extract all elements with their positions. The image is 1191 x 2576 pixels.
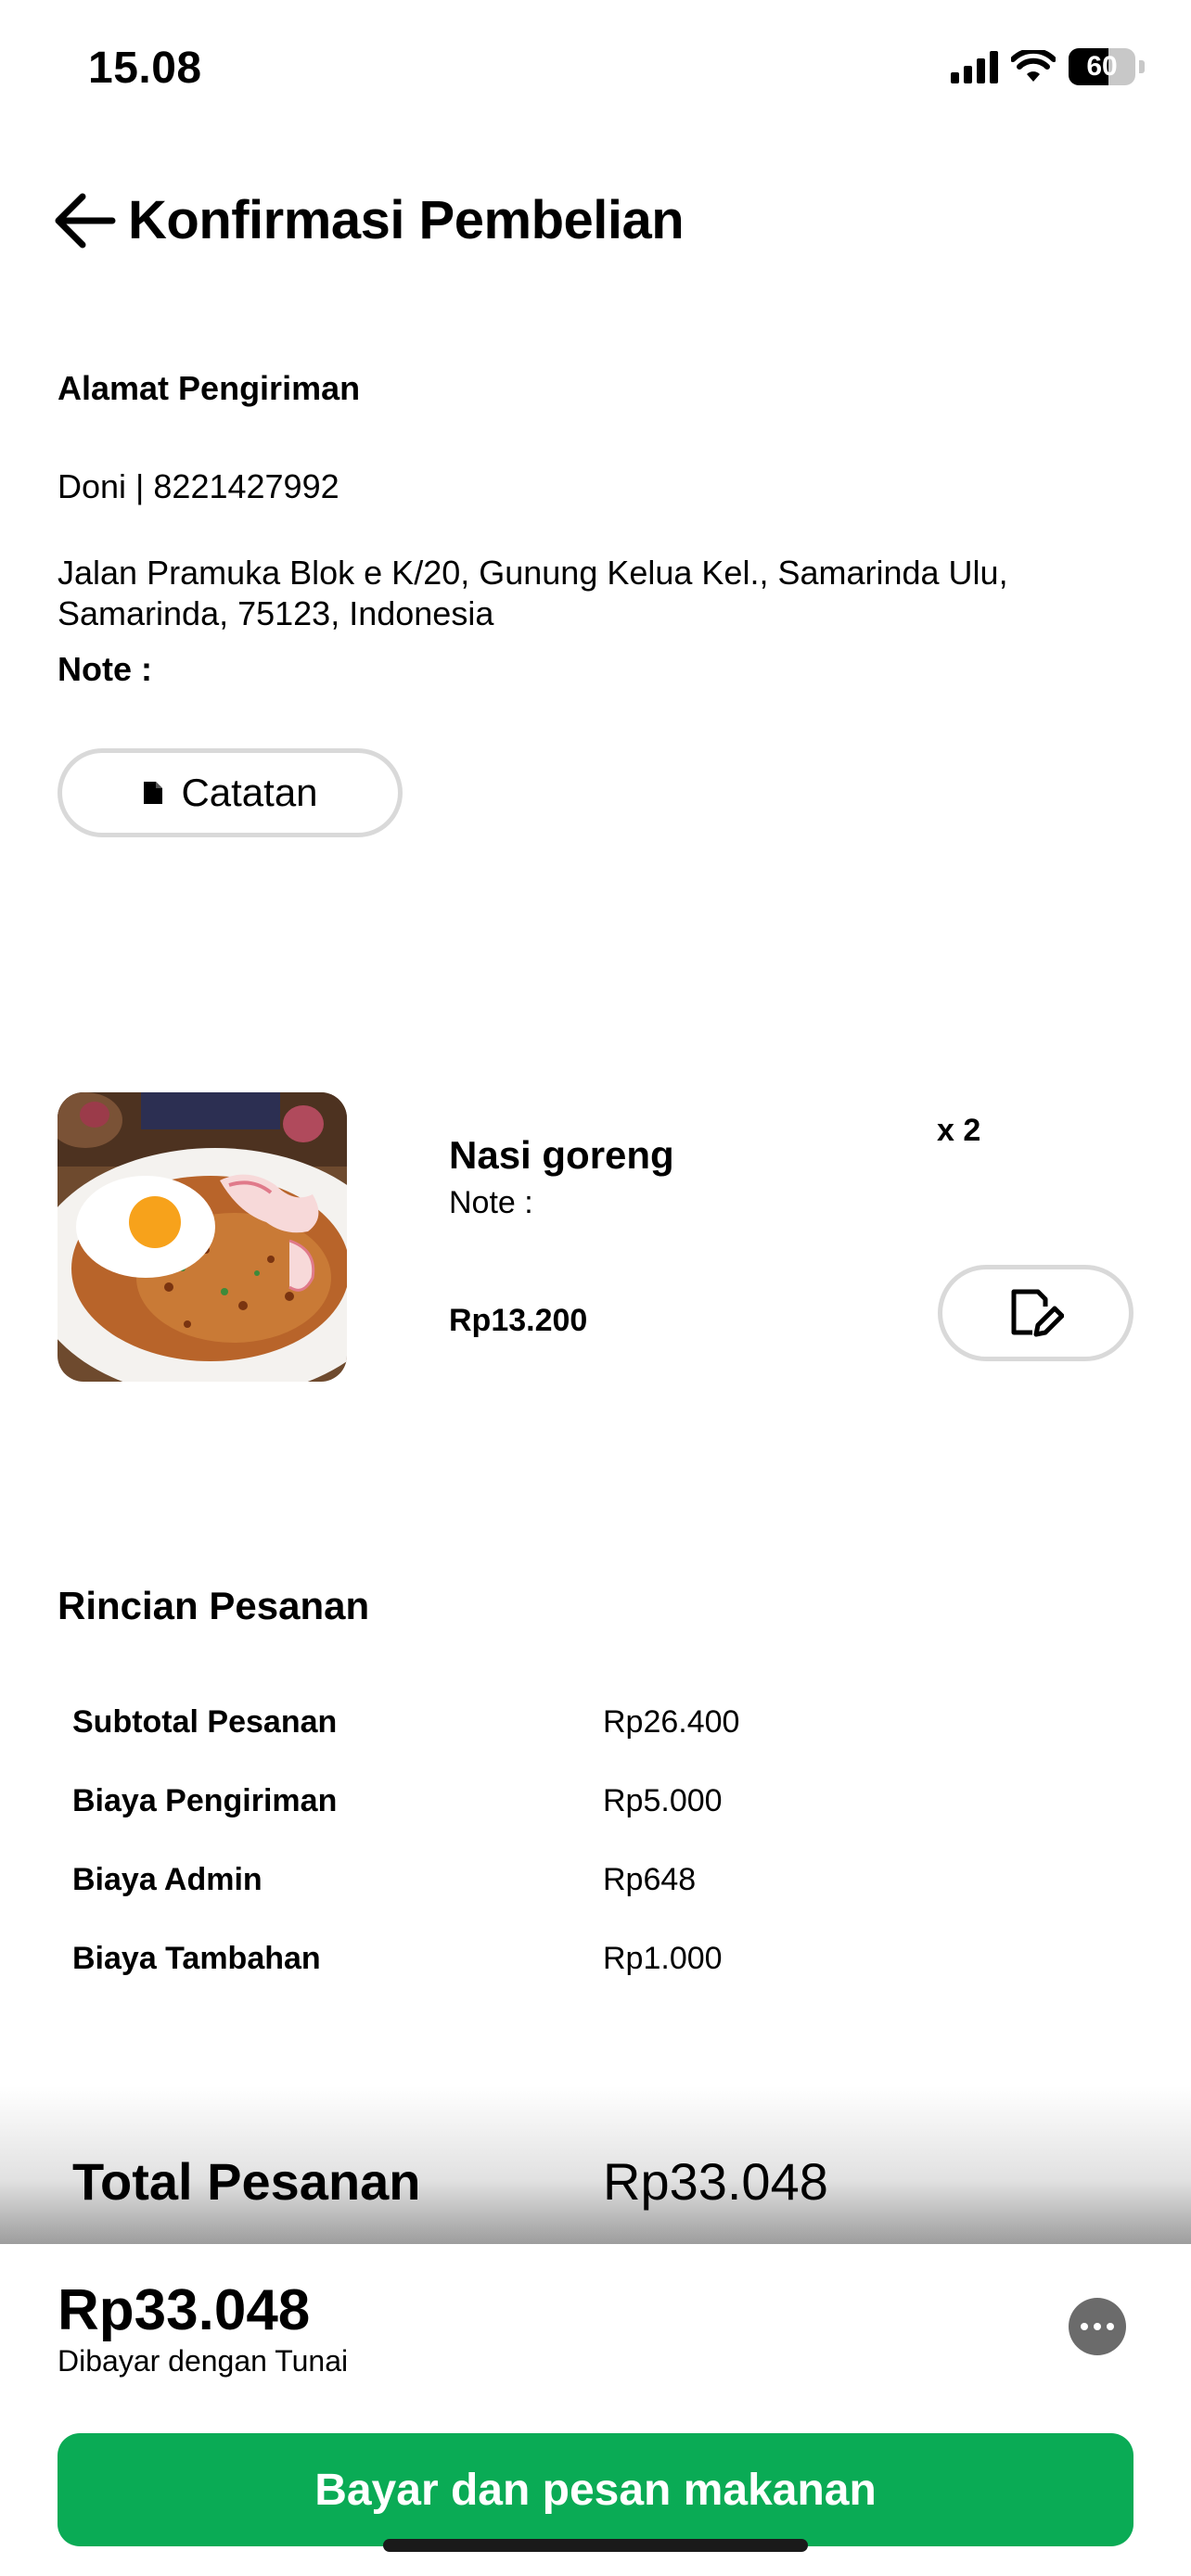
edit-note-icon: [1011, 1289, 1064, 1337]
arrow-left-icon: [55, 193, 116, 249]
product-name: Nasi goreng: [449, 1133, 674, 1177]
more-dot: [1107, 2323, 1114, 2330]
battery-icon: 60: [1069, 48, 1135, 85]
address-label: Alamat Pengiriman: [58, 369, 361, 407]
total-label: Total Pesanan: [72, 2152, 421, 2211]
status-time: 15.08: [88, 44, 202, 93]
add-note-button-label: Catatan: [181, 771, 318, 814]
total-value: Rp33.048: [603, 2152, 828, 2211]
add-note-button[interactable]: Catatan: [58, 748, 403, 837]
detail-value: Rp5.000: [603, 1783, 723, 1818]
detail-value: Rp26.400: [603, 1704, 740, 1740]
order-details-title: Rincian Pesanan: [58, 1584, 370, 1627]
nasi-goreng-image: [58, 1092, 347, 1382]
battery-level: 60: [1086, 51, 1118, 82]
more-dot: [1094, 2323, 1101, 2330]
home-indicator: [383, 2539, 808, 2552]
address-contact: Doni | 8221427992: [58, 467, 339, 505]
address-line-2: Samarinda, 75123, Indonesia: [58, 594, 494, 632]
pay-and-order-button[interactable]: Bayar dan pesan makanan: [58, 2433, 1133, 2546]
detail-row-shipping: Biaya Pengiriman Rp5.000: [72, 1783, 1093, 1830]
product-note: Note :: [449, 1185, 533, 1220]
wifi-icon: [1011, 50, 1056, 82]
payment-amount: Rp33.048: [58, 2278, 311, 2342]
product-quantity: x 2: [937, 1113, 981, 1148]
detail-label: Subtotal Pesanan: [72, 1704, 338, 1740]
detail-row-subtotal: Subtotal Pesanan Rp26.400: [72, 1704, 1093, 1751]
product-price: Rp13.200: [449, 1303, 588, 1338]
detail-row-admin: Biaya Admin Rp648: [72, 1862, 1093, 1908]
payment-bar: Rp33.048 Dibayar dengan Tunai Bayar dan …: [0, 2244, 1191, 2576]
address-line-1: Jalan Pramuka Blok e K/20, Gunung Kelua …: [58, 554, 1008, 592]
edit-item-button[interactable]: [938, 1265, 1133, 1361]
page-title: Konfirmasi Pembelian: [128, 190, 685, 250]
detail-label: Biaya Tambahan: [72, 1941, 321, 1976]
battery-tip: [1139, 60, 1145, 73]
detail-value: Rp1.000: [603, 1941, 723, 1976]
payment-method: Dibayar dengan Tunai: [58, 2344, 349, 2378]
more-options-button[interactable]: [1069, 2298, 1126, 2355]
detail-value: Rp648: [603, 1862, 697, 1897]
order-total-row: Total Pesanan Rp33.048: [72, 2151, 1093, 2216]
detail-label: Biaya Admin: [72, 1862, 263, 1897]
status-icons: 60: [951, 48, 1145, 85]
back-button[interactable]: [48, 185, 119, 256]
note-icon: [144, 782, 163, 804]
note-label: Note :: [58, 650, 152, 688]
detail-row-additional: Biaya Tambahan Rp1.000: [72, 1941, 1093, 1987]
detail-label: Biaya Pengiriman: [72, 1783, 338, 1818]
signal-icon: [951, 50, 998, 83]
more-dot: [1081, 2323, 1088, 2330]
purchase-confirmation-screen: 15.08 60 Konfirmasi Pembelian Alamat Pen…: [0, 0, 1191, 2576]
